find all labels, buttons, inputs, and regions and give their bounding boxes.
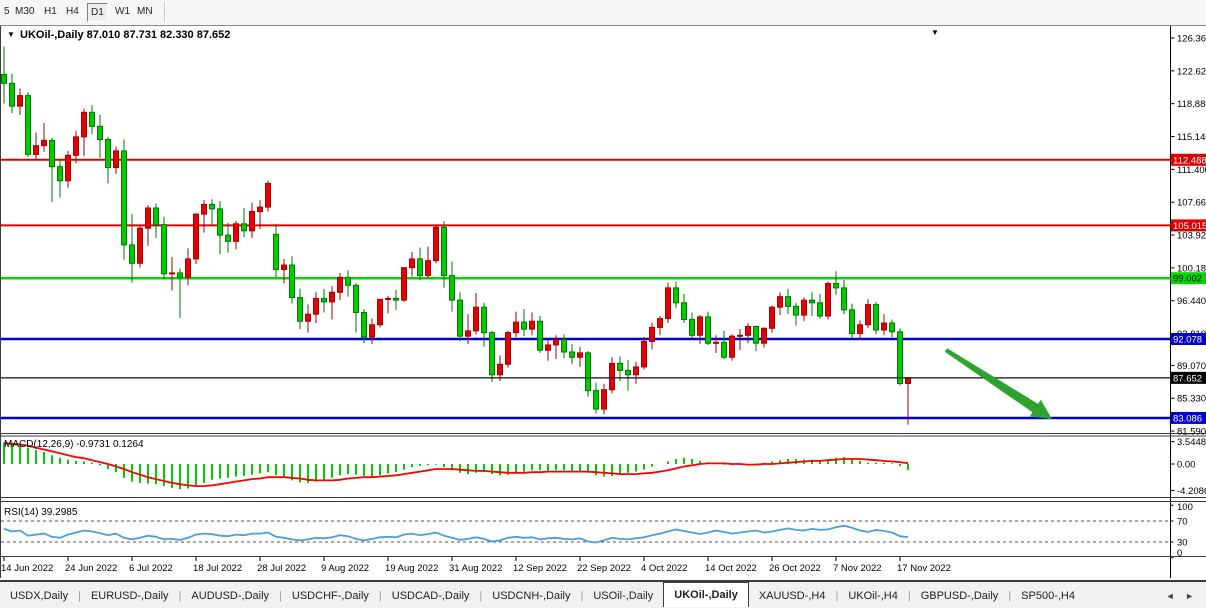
tab-scroll-arrows[interactable]: ◄ ► [1158,591,1206,601]
svg-text:99.002: 99.002 [1173,274,1202,285]
symbol-tab[interactable]: UKOil-,H4 [838,586,908,606]
svg-text:92.078: 92.078 [1173,334,1202,345]
svg-text:22 Sep 2022: 22 Sep 2022 [577,563,631,574]
timeframe-button-h1[interactable]: H1 [41,3,60,20]
symbol-tab[interactable]: AUDUSD-,Daily [181,586,279,606]
svg-text:111.400: 111.400 [1177,165,1206,176]
svg-text:24 Jun 2022: 24 Jun 2022 [65,563,117,574]
symbol-tab-active[interactable]: UKOil-,Daily [663,582,749,607]
svg-text:107.660: 107.660 [1177,198,1206,209]
timeframe-button-h4[interactable]: H4 [63,3,82,20]
symbol-tab[interactable]: GBPUSD-,Daily [911,586,1009,606]
svg-text:96.440: 96.440 [1177,296,1206,307]
symbol-tab[interactable]: USOil-,Daily [583,586,663,606]
timeframe-button-5[interactable]: 5 [1,3,13,20]
timeframe-button-mn[interactable]: MN [134,3,156,20]
svg-text:-4.2086: -4.2086 [1177,486,1206,497]
svg-text:12 Sep 2022: 12 Sep 2022 [513,563,567,574]
svg-text:28 Jul 2022: 28 Jul 2022 [257,563,306,574]
timeframe-button-m30[interactable]: M30 [12,3,37,20]
timeframe-toolbar: 5M30H1H4 D1W1MN [0,0,1206,26]
timeframe-button-d1[interactable]: D1 [87,3,108,22]
svg-text:0.00: 0.00 [1177,460,1196,471]
svg-text:118.880: 118.880 [1177,99,1206,110]
svg-text:18 Jul 2022: 18 Jul 2022 [193,563,242,574]
svg-text:122.620: 122.620 [1177,66,1206,77]
svg-text:70: 70 [1177,517,1188,528]
symbol-tab[interactable]: EURUSD-,Daily [81,586,179,606]
timeframe-button-w1[interactable]: W1 [112,3,133,20]
symbol-tab[interactable]: USDCHF-,Daily [282,586,379,606]
svg-text:126.360: 126.360 [1177,34,1206,45]
symbol-tab[interactable]: USDX,Daily [0,586,78,606]
mt4-window: 5M30H1H4 D1W1MN 126.360 122.620 118.880 115.… [0,0,1206,608]
svg-text:0: 0 [1177,548,1182,559]
svg-text:7 Nov 2022: 7 Nov 2022 [833,563,882,574]
svg-text:9 Aug 2022: 9 Aug 2022 [321,563,369,574]
svg-text:81.590: 81.590 [1177,427,1206,438]
svg-text:85.330: 85.330 [1177,394,1206,405]
svg-text:19 Aug 2022: 19 Aug 2022 [385,563,438,574]
svg-text:100: 100 [1177,502,1193,513]
svg-text:112.488: 112.488 [1173,155,1206,166]
svg-text:26 Oct 2022: 26 Oct 2022 [769,563,821,574]
chart-shift-marker-icon: ▼ [931,28,939,37]
svg-text:14 Jun 2022: 14 Jun 2022 [1,563,53,574]
svg-text:31 Aug 2022: 31 Aug 2022 [449,563,502,574]
svg-text:105.015: 105.015 [1173,221,1206,232]
svg-text:3.5448: 3.5448 [1177,437,1206,448]
svg-text:89.070: 89.070 [1177,361,1206,372]
toolbar-separator [164,2,166,22]
svg-text:30: 30 [1177,538,1188,549]
symbol-tab[interactable]: SP500-,H4 [1011,586,1085,606]
svg-text:115.140: 115.140 [1177,132,1206,143]
symbol-tab-bar: USDX,Daily|EURUSD-,Daily|AUDUSD-,Daily|U… [0,580,1206,608]
svg-text:87.652: 87.652 [1173,373,1202,384]
svg-text:83.086: 83.086 [1173,413,1202,424]
macd-indicator-label: MACD(12,26,9) -0.9731 0.1264 [4,439,144,450]
svg-text:14 Oct 2022: 14 Oct 2022 [705,563,757,574]
svg-text:6 Jul 2022: 6 Jul 2022 [129,563,173,574]
rsi-indicator-label: RSI(14) 39.2985 [4,507,78,518]
svg-text:4 Oct 2022: 4 Oct 2022 [641,563,687,574]
chart-title-quote: UKOil-,Daily 87.010 87.731 82.330 87.652 [20,29,230,41]
symbol-tab[interactable]: XAUUSD-,H4 [749,586,836,606]
one-click-trading-icon: ▼ [7,30,15,39]
symbol-tab[interactable]: USDCAD-,Daily [382,586,480,606]
symbol-tab[interactable]: USDCNH-,Daily [482,586,580,606]
svg-text:103.920: 103.920 [1177,231,1206,242]
svg-text:17 Nov 2022: 17 Nov 2022 [897,563,951,574]
chart-canvas[interactable]: 126.360 122.620 118.880 115.140 111.400 107.6… [0,0,1206,608]
